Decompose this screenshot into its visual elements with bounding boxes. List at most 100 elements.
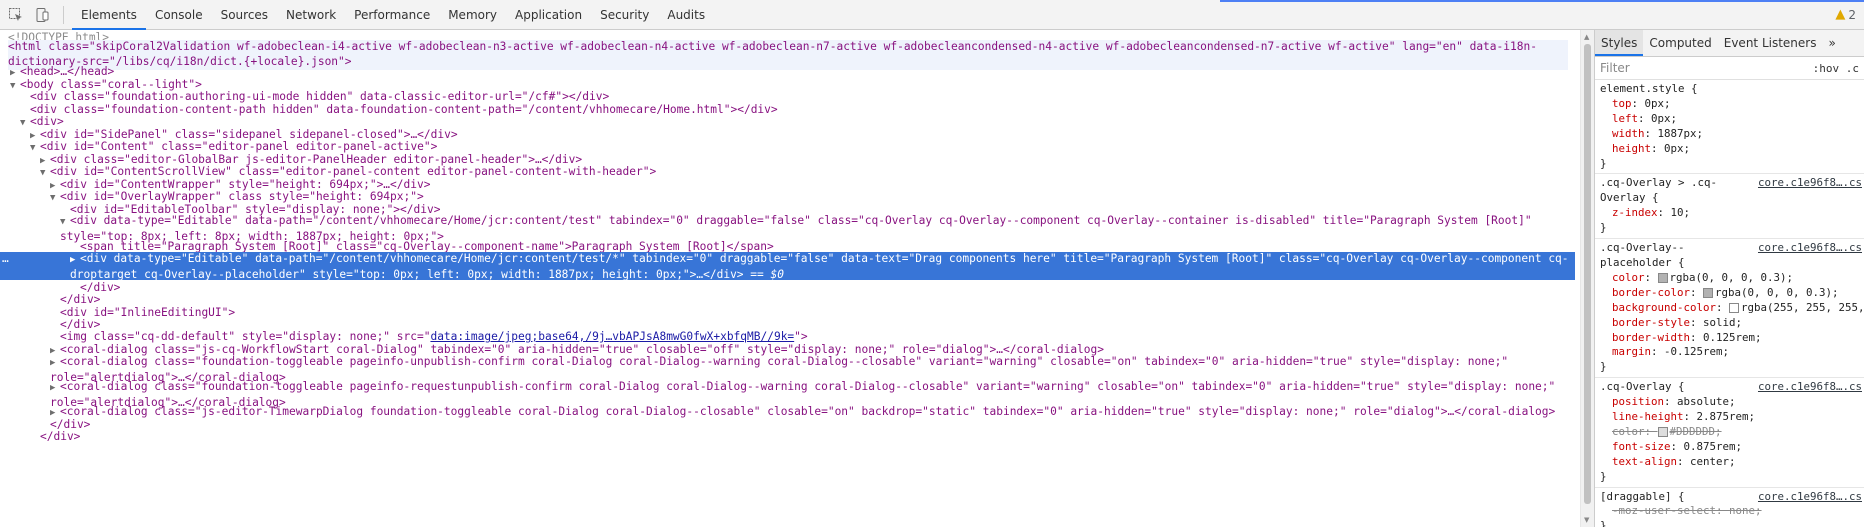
style-declaration[interactable]: margin: -0.125rem; (1600, 345, 1864, 360)
property-name: line-height (1612, 410, 1684, 424)
rule-source-link[interactable]: core.c1e96f8….cs (1758, 490, 1862, 505)
more-tabs-chevron-icon[interactable]: » (1822, 30, 1841, 56)
tree-node-close-div: </div> (40, 430, 81, 443)
property-name: border-width (1612, 330, 1691, 344)
property-value: none; (1729, 504, 1762, 518)
tab-elements[interactable]: Elements (72, 0, 146, 30)
class-toggle[interactable]: .c (1846, 62, 1859, 75)
rule-source-link[interactable]: core.c1e96f8….cs (1758, 241, 1862, 256)
warning-counter[interactable]: ▲ 2 (1835, 7, 1856, 22)
collapse-arrow-icon[interactable]: ▼ (10, 79, 20, 94)
tab-console[interactable]: Console (146, 0, 212, 30)
property-value: rgba(0, 0, 0, 0.3); (1669, 270, 1794, 284)
property-value: 0.875rem; (1683, 439, 1743, 453)
collapse-arrow-icon[interactable]: ▼ (60, 215, 70, 230)
style-declaration[interactable]: position: absolute; (1600, 395, 1864, 410)
tab-network[interactable]: Network (277, 0, 345, 30)
collapse-arrow-icon[interactable]: ▼ (20, 116, 30, 131)
property-name: height (1612, 141, 1652, 155)
style-declaration[interactable]: height: 0px; (1600, 142, 1864, 157)
property-value: #DDDDDD; (1669, 424, 1722, 438)
style-rule: core.c1e96f8….cs .cq-Overlay {position: a… (1595, 378, 1864, 488)
style-declaration[interactable]: left: 0px; (1600, 112, 1864, 127)
rule-selector[interactable]: element.style { (1600, 82, 1850, 97)
style-declaration[interactable]: border-color: rgba(0, 0, 0, 0.3); (1600, 286, 1864, 301)
property-name: z-index (1612, 206, 1658, 220)
tab-security[interactable]: Security (591, 0, 658, 30)
style-declaration[interactable]: background-color: rgba(255, 255, 255, 0.… (1600, 301, 1864, 316)
rule-selector[interactable]: [draggable] { (1600, 490, 1728, 505)
style-rule: core.c1e96f8….cs [draggable] {-moz-user-s… (1595, 488, 1864, 527)
property-value: center; (1690, 454, 1736, 468)
rule-source-link[interactable]: core.c1e96f8….cs (1758, 176, 1862, 191)
property-name: color (1612, 270, 1645, 284)
color-swatch-icon[interactable] (1657, 272, 1668, 283)
tab-audits[interactable]: Audits (658, 0, 714, 30)
style-declaration[interactable]: line-height: 2.875rem; (1600, 410, 1864, 425)
scrollbar-thumb[interactable] (1584, 44, 1591, 504)
property-value: -0.125rem; (1664, 345, 1730, 359)
elements-scrollbar[interactable]: ▲ ▼ (1580, 30, 1594, 527)
color-swatch-icon[interactable] (1657, 426, 1668, 437)
styles-filter-bar: Filter :hov .c (1595, 57, 1864, 80)
style-declaration[interactable]: width: 1887px; (1600, 127, 1864, 142)
style-declaration[interactable]: z-index: 10; (1600, 206, 1864, 221)
property-name: left (1612, 111, 1639, 125)
tab-event-listeners[interactable]: Event Listeners (1718, 30, 1823, 56)
tab-application[interactable]: Application (506, 0, 591, 30)
style-declaration[interactable]: border-width: 0.125rem; (1600, 331, 1864, 346)
style-declaration[interactable]: text-align: center; (1600, 455, 1864, 470)
style-rule: element.style {top: 0px; left: 0px; width:… (1595, 80, 1864, 175)
property-name: position (1612, 395, 1665, 409)
collapse-arrow-icon[interactable]: ▼ (50, 191, 60, 206)
style-rule: core.c1e96f8….cs .cq-Overlay--placeholder… (1595, 239, 1864, 379)
img-src-link[interactable]: data:image/jpeg;base64,/9j…vbAPJsA8mwG0f… (430, 330, 794, 343)
property-name: border-style (1612, 315, 1691, 329)
property-name: top (1612, 96, 1632, 110)
scroll-up-icon[interactable]: ▲ (1584, 33, 1589, 41)
style-declaration[interactable]: -moz-user-select: none; (1600, 504, 1864, 519)
tab-computed[interactable]: Computed (1643, 30, 1717, 56)
style-declaration[interactable]: border-style: solid; (1600, 316, 1864, 331)
more-options-icon[interactable]: … (2, 252, 9, 267)
property-value: 0px; (1651, 111, 1678, 125)
property-value: 0px; (1644, 96, 1671, 110)
tree-node-selected-placeholder[interactable]: … ▶ <div data-type="Editable" data-path="/… (0, 252, 1575, 281)
tab-performance[interactable]: Performance (345, 0, 439, 30)
styles-filter-input[interactable]: Filter (1600, 61, 1630, 75)
rule-selector[interactable]: .cq-Overlay--placeholder { (1600, 241, 1728, 271)
property-name: font-size (1612, 439, 1671, 453)
styles-pane: Styles Computed Event Listeners » Filter… (1594, 30, 1864, 527)
elements-tree: <!DOCTYPE html> <html class="skipCoral2V… (0, 30, 1580, 527)
property-value: 2.875rem; (1696, 410, 1756, 424)
device-toolbar-icon[interactable] (29, 2, 55, 28)
collapse-arrow-icon[interactable]: ▼ (30, 141, 40, 156)
property-value: absolute; (1677, 395, 1736, 409)
scroll-down-icon[interactable]: ▼ (1584, 516, 1589, 524)
property-value: 0px; (1664, 141, 1691, 155)
rule-selector[interactable]: .cq-Overlay { (1600, 380, 1728, 395)
style-declaration[interactable]: color: #DDDDDD; (1600, 425, 1864, 440)
tab-styles[interactable]: Styles (1595, 30, 1644, 56)
property-value: rgba(0, 0, 0, 0.3); (1715, 285, 1839, 299)
expand-arrow-icon[interactable]: ▶ (50, 356, 60, 371)
style-rules: element.style {top: 0px; left: 0px; width:… (1595, 80, 1864, 527)
tab-memory[interactable]: Memory (439, 0, 506, 30)
rule-source-link[interactable]: core.c1e96f8….cs (1758, 380, 1862, 395)
expand-arrow-icon[interactable]: ▶ (50, 381, 60, 396)
property-name: border-color (1612, 285, 1691, 299)
tab-sources[interactable]: Sources (212, 0, 277, 30)
style-declaration[interactable]: color: rgba(0, 0, 0, 0.3); (1600, 271, 1864, 286)
hover-state-toggle[interactable]: :hov .c (1813, 62, 1859, 75)
color-swatch-icon[interactable] (1729, 302, 1740, 313)
warning-icon: ▲ (1835, 7, 1846, 22)
rule-selector[interactable]: .cq-Overlay > .cq-Overlay { (1600, 176, 1728, 206)
rule-close-brace: } (1600, 221, 1607, 235)
style-declaration[interactable]: font-size: 0.875rem; (1600, 440, 1864, 455)
color-swatch-icon[interactable] (1703, 287, 1714, 298)
rule-close-brace: } (1600, 156, 1607, 170)
collapse-arrow-icon[interactable]: ▼ (40, 166, 50, 181)
style-declaration[interactable]: top: 0px; (1600, 97, 1864, 112)
expand-arrow-icon[interactable]: ▶ (70, 253, 80, 268)
inspect-element-icon[interactable] (3, 2, 29, 28)
